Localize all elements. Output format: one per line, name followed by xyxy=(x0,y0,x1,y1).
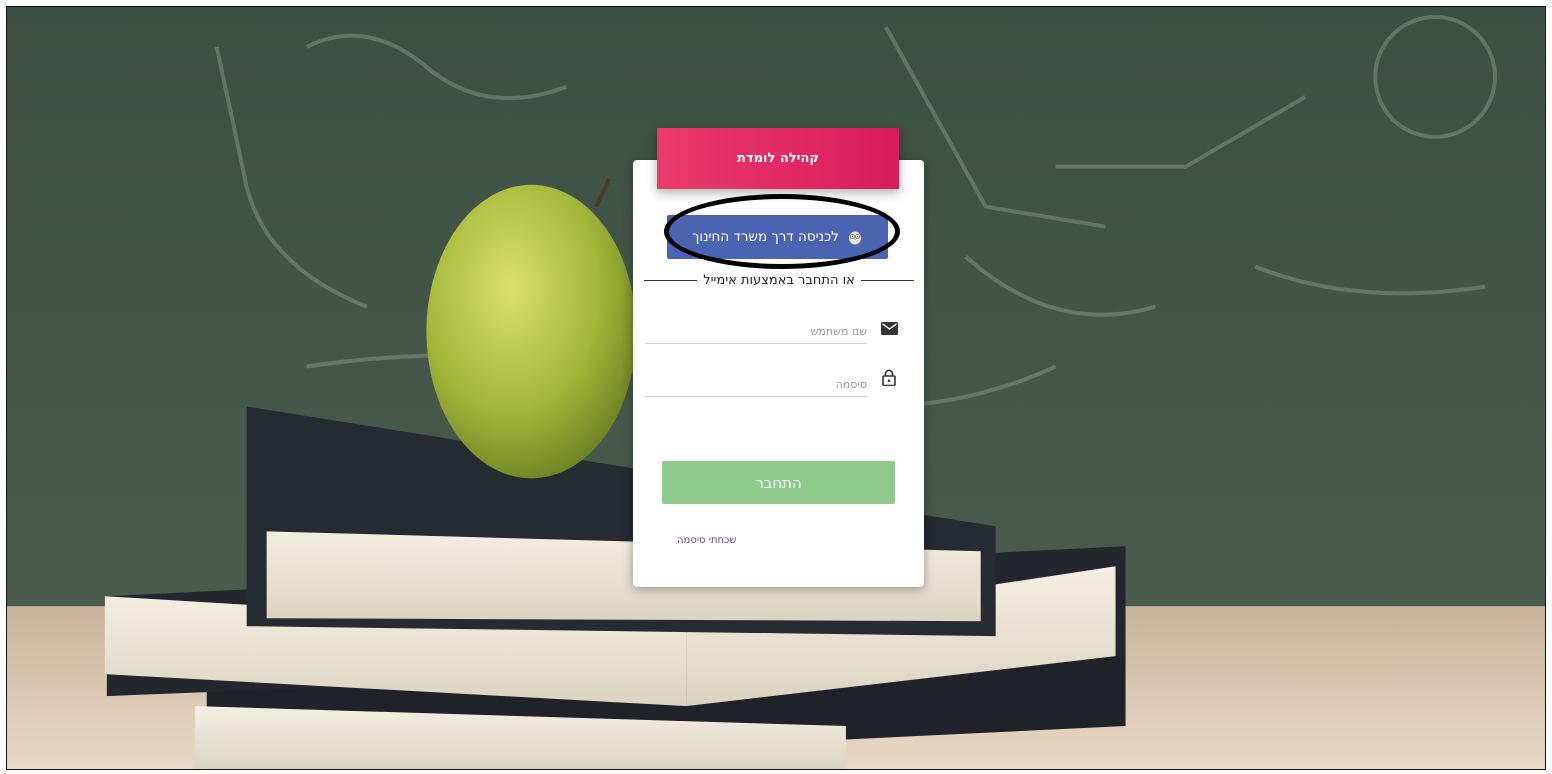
divider-text: או התחבר באמצעות אימייל xyxy=(703,272,855,288)
password-field[interactable] xyxy=(645,373,867,397)
divider-line xyxy=(644,279,698,281)
mail-icon xyxy=(881,322,898,335)
username-input[interactable] xyxy=(645,320,867,343)
owl-icon xyxy=(848,231,861,245)
login-button[interactable]: התחבר xyxy=(662,461,895,504)
app-title: קהילה לומדת xyxy=(657,128,899,189)
moe-sso-label: לכניסה דרך משרד החינוך xyxy=(692,229,839,245)
password-input[interactable] xyxy=(645,373,867,396)
forgot-password-link[interactable]: שכחתי סיסמה xyxy=(677,535,736,546)
divider-line xyxy=(860,279,914,281)
username-field[interactable] xyxy=(645,320,867,344)
email-divider: או התחבר באמצעות אימייל xyxy=(644,271,914,289)
moe-sso-button[interactable]: לכניסה דרך משרד החינוך xyxy=(667,215,888,259)
lock-icon xyxy=(882,369,896,386)
